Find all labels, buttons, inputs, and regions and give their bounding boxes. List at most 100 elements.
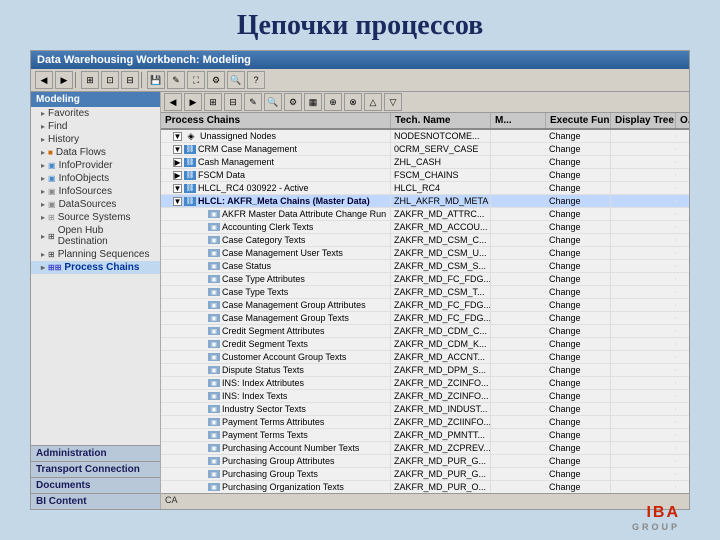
right-tb-1[interactable]: ◀ [164,93,182,111]
table-row[interactable]: ▣Purchasing Group Attributes ZAKFR_MD_PU… [161,455,689,468]
bullet-icon: ▸ [41,174,45,183]
col-obj [676,317,689,319]
sidebar-section-transport[interactable]: Transport Connection [31,461,160,477]
sidebar-item-dataflows[interactable]: ▸ ■ Data Flows [31,146,160,159]
page-title: Цепочки процессов [0,0,720,50]
col-name: ▣Credit Segment Texts [161,338,391,350]
table-row[interactable]: ▣INS: Index Attributes ZAKFR_MD_ZCINFO..… [161,377,689,390]
row-label: Purchasing Group Attributes [222,456,335,466]
table-row[interactable]: ▣Dispute Status Texts ZAKFR_MD_DPM_S... … [161,364,689,377]
col-obj [676,135,689,137]
sidebar-item-infoprovider[interactable]: ▸ ▣ InfoProvider [31,159,160,172]
table-row[interactable]: ▣INS: Index Texts ZAKFR_MD_ZCINFO... Cha… [161,390,689,403]
toolbar-btn-11[interactable]: ? [247,71,265,89]
right-tb-5[interactable]: ✎ [244,93,262,111]
table-row[interactable]: ▣Case Status ZAKFR_MD_CSM_S... Change Pr… [161,260,689,273]
col-obj [676,473,689,475]
sidebar-item-find[interactable]: ▸ Find [31,120,160,133]
process-icon: ▣ [208,431,220,439]
col-obj [676,265,689,267]
table-row[interactable]: ▣Payment Terms Attributes ZAKFR_MD_ZCIIN… [161,416,689,429]
toolbar-btn-5[interactable]: ⊟ [121,71,139,89]
table-row[interactable]: ▼⛓CRM Case Management 0CRM_SERV_CASE Cha… [161,143,689,156]
col-disp [611,239,676,241]
sidebar-item-datasources[interactable]: ▸ ▣ DataSources [31,198,160,211]
expand-icon[interactable]: ▼ [173,132,182,141]
sidebar-section-documents[interactable]: Documents [31,477,160,493]
table-row[interactable]: ▣Case Management Group Attributes ZAKFR_… [161,299,689,312]
sidebar-item-favorites[interactable]: ▸ Favorites [31,107,160,120]
table-row[interactable]: ▣Credit Segment Attributes ZAKFR_MD_CDM_… [161,325,689,338]
right-tb-12[interactable]: ▽ [384,93,402,111]
table-row[interactable]: ▼⛓HLCL: AKFR_Meta Chains (Master Data) Z… [161,195,689,208]
table-row[interactable]: ▣Case Management Group Texts ZAKFR_MD_FC… [161,312,689,325]
table-row[interactable]: ▣Credit Segment Texts ZAKFR_MD_CDM_K... … [161,338,689,351]
toolbar-btn-2[interactable]: ▶ [55,71,73,89]
table-row[interactable]: ▣Case Type Texts ZAKFR_MD_CSM_T... Chang… [161,286,689,299]
sidebar-item-planning[interactable]: ▸ ⊞ Planning Sequences [31,248,160,261]
right-tb-11[interactable]: △ [364,93,382,111]
table-row[interactable]: ▶⛓Cash Management ZHL_CASH Change [161,156,689,169]
table-row[interactable]: ▣Purchasing Account Number Texts ZAKFR_M… [161,442,689,455]
expand-icon[interactable]: ▼ [173,197,182,206]
sidebar-item-infoobjects[interactable]: ▸ ▣ InfoObjects [31,172,160,185]
toolbar-btn-10[interactable]: 🔍 [227,71,245,89]
sidebar-item-process-chains[interactable]: ▸ ⊞⊞ Process Chains [31,261,160,274]
right-tb-6[interactable]: 🔍 [264,93,282,111]
col-mode [491,486,546,488]
toolbar-btn-7[interactable]: ✎ [167,71,185,89]
col-name: ▣Case Management Group Texts [161,312,391,324]
row-label: Credit Segment Texts [222,339,308,349]
right-tb-3[interactable]: ⊞ [204,93,222,111]
sidebar-section-bi-content[interactable]: BI Content [31,493,160,509]
col-tech: ZAKFR_MD_PUR_O... [391,481,491,493]
toolbar-btn-8[interactable]: ⛶ [187,71,205,89]
table-row[interactable]: ▣Purchasing Organization Texts ZAKFR_MD_… [161,481,689,493]
col-mode [491,369,546,371]
bullet-icon: ▸ [41,161,45,170]
toolbar-btn-3[interactable]: ⊞ [81,71,99,89]
sidebar-item-open-hub[interactable]: ▸ ⊞ Open Hub Destination [31,224,160,248]
right-tb-10[interactable]: ⊗ [344,93,362,111]
table-row[interactable]: ▣Payment Terms Texts ZAKFR_MD_PMNTT... C… [161,429,689,442]
bullet-icon: ▸ [41,148,45,157]
right-tb-7[interactable]: ⚙ [284,93,302,111]
table-row[interactable]: ▣Customer Account Group Texts ZAKFR_MD_A… [161,351,689,364]
table-row[interactable]: ▣Case Category Texts ZAKFR_MD_CSM_C... C… [161,234,689,247]
table-row[interactable]: ▣Purchasing Group Texts ZAKFR_MD_PUR_G..… [161,468,689,481]
expand-icon[interactable]: ▶ [173,158,182,167]
col-mode [491,408,546,410]
right-tb-4[interactable]: ⊟ [224,93,242,111]
table-row[interactable]: ▣Industry Sector Texts ZAKFR_MD_INDUST..… [161,403,689,416]
table-row[interactable]: ▼◈Unassigned Nodes NODESNOTCOME... Chang… [161,130,689,143]
col-exec: Change [546,481,611,493]
toolbar-btn-4[interactable]: ⊡ [101,71,119,89]
table-row[interactable]: ▣Accounting Clerk Texts ZAKFR_MD_ACCOU..… [161,221,689,234]
col-tech: NODESNOTCOME... [391,130,491,142]
bullet-icon: ▸ [41,122,45,131]
find-label: Find [48,121,67,132]
table-row[interactable]: ▼⛓HLCL_RC4 030922 - Active HLCL_RC4 Chan… [161,182,689,195]
sidebar-item-history[interactable]: ▸ History [31,133,160,146]
col-mode [491,200,546,202]
toolbar-btn-9[interactable]: ⚙ [207,71,225,89]
col-obj [676,278,689,280]
sidebar-item-infosources[interactable]: ▸ ▣ InfoSources [31,185,160,198]
sidebar-section-administration[interactable]: Administration [31,445,160,461]
toolbar-btn-6[interactable]: 💾 [147,71,165,89]
col-mode [491,330,546,332]
toolbar-btn-1[interactable]: ◀ [35,71,53,89]
table-row[interactable]: ▣AKFR Master Data Attribute Change Run Z… [161,208,689,221]
right-tb-2[interactable]: ▶ [184,93,202,111]
table-row[interactable]: ▣Case Type Attributes ZAKFR_MD_FC_FDG...… [161,273,689,286]
right-tb-9[interactable]: ⊕ [324,93,342,111]
right-tb-8[interactable]: ▦ [304,93,322,111]
table-row[interactable]: ▣Case Management User Texts ZAKFR_MD_CSM… [161,247,689,260]
open-hub-label: Open Hub Destination [58,225,155,247]
table-row[interactable]: ▶⛓FSCM Data FSCM_CHAINS Change [161,169,689,182]
expand-icon[interactable]: ▼ [173,184,182,193]
sidebar-item-source-systems[interactable]: ▸ ⊞ Source Systems [31,211,160,224]
expand-icon[interactable]: ▶ [173,171,182,180]
expand-icon[interactable]: ▼ [173,145,182,154]
col-obj [676,226,689,228]
